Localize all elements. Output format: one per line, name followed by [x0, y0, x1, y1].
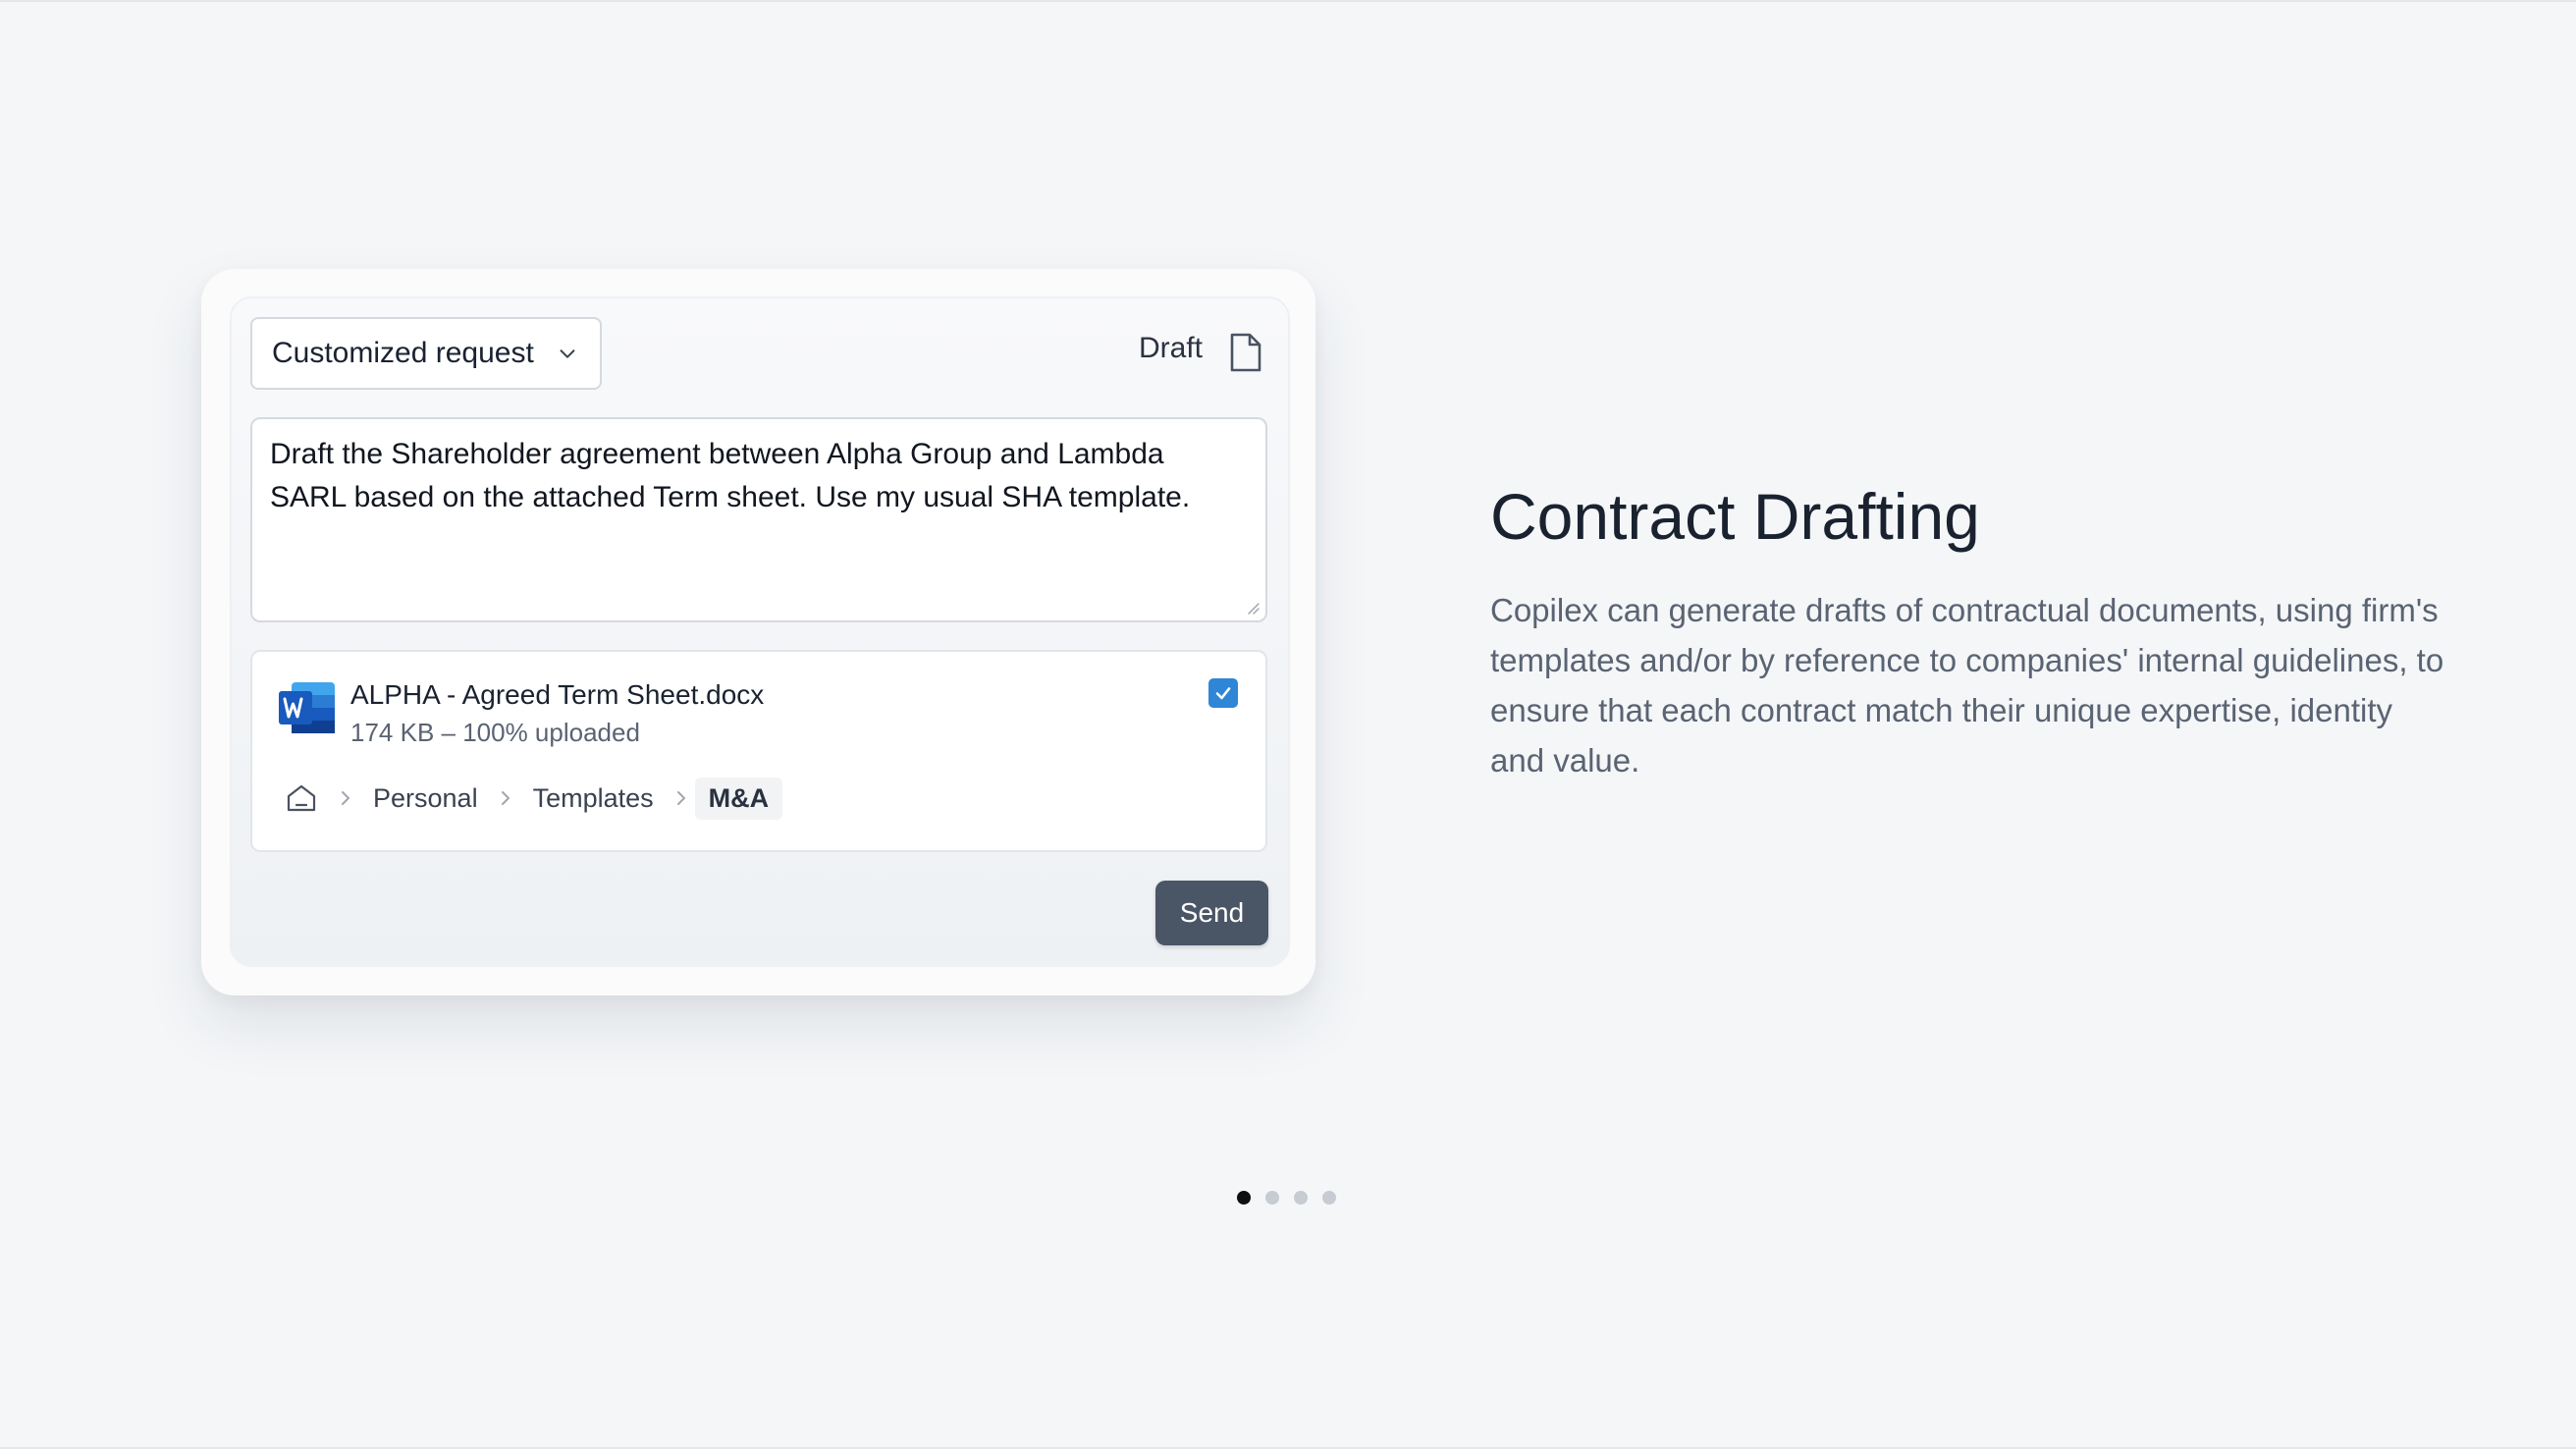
chevron-right-icon — [501, 791, 510, 805]
prompt-textarea[interactable]: Draft the Shareholder agreement between … — [250, 417, 1267, 622]
breadcrumb-item-templates[interactable]: Templates — [533, 783, 654, 814]
request-type-dropdown[interactable]: Customized request — [250, 317, 602, 390]
demo-card-inner — [230, 296, 1290, 967]
pagination-dot[interactable] — [1322, 1191, 1336, 1205]
prompt-line-1: Draft the Shareholder agreement between … — [270, 438, 1164, 470]
feature-title: Contract Drafting — [1490, 480, 1980, 553]
top-divider — [0, 0, 2576, 2]
draft-label[interactable]: Draft — [1139, 332, 1203, 365]
checkmark-icon — [1215, 687, 1231, 700]
breadcrumb-item-personal[interactable]: Personal — [373, 783, 478, 814]
chevron-down-icon — [560, 349, 575, 358]
prompt-line-2: SARL based on the attached Term sheet. U… — [270, 481, 1191, 513]
document-icon[interactable] — [1228, 331, 1263, 374]
carousel-pagination — [1237, 1191, 1336, 1205]
chevron-right-icon — [676, 791, 685, 805]
attachment-checkbox[interactable] — [1208, 678, 1238, 708]
attachment-upload-status: 174 KB – 100% uploaded — [350, 718, 640, 747]
request-type-label: Customized request — [272, 337, 534, 369]
pagination-dot[interactable] — [1237, 1191, 1251, 1205]
chevron-right-icon — [342, 791, 349, 805]
pagination-dot[interactable] — [1265, 1191, 1279, 1205]
feature-description: Copilex can generate drafts of contractu… — [1490, 592, 2444, 778]
resize-handle-icon[interactable] — [1246, 601, 1260, 615]
pagination-dot[interactable] — [1294, 1191, 1308, 1205]
breadcrumb: Personal Templates M&A — [285, 776, 783, 821]
attachment-file-name: ALPHA - Agreed Term Sheet.docx — [350, 679, 765, 710]
word-document-icon — [279, 682, 335, 733]
home-icon[interactable] — [285, 781, 318, 815]
send-button[interactable]: Send — [1155, 881, 1268, 945]
breadcrumb-item-current[interactable]: M&A — [694, 777, 783, 820]
